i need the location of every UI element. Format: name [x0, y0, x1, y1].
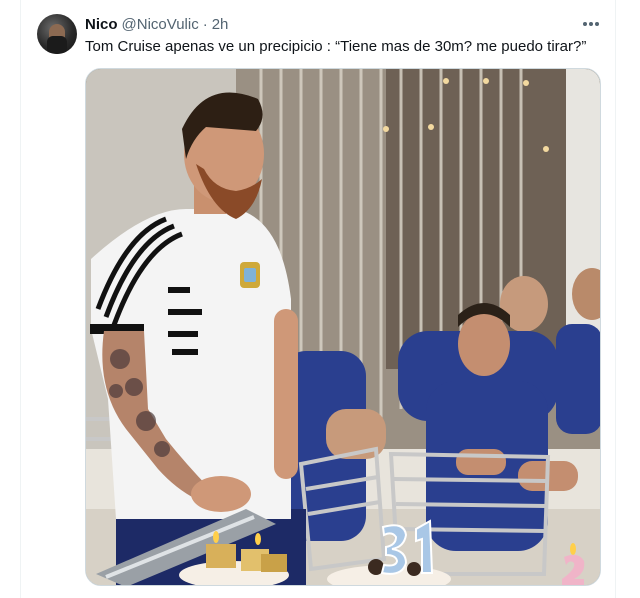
more-options-button[interactable] — [581, 14, 601, 34]
tweet-photo[interactable] — [85, 68, 601, 586]
author-handle[interactable]: @NicoVulic — [122, 16, 199, 33]
photo-scene — [86, 69, 600, 585]
author-name[interactable]: Nico — [85, 16, 118, 33]
author-avatar[interactable] — [37, 14, 77, 54]
tweet-timestamp[interactable]: 2h — [212, 16, 229, 33]
tweet-header: Nico @NicoVulic · 2h — [85, 15, 228, 33]
tweet-card[interactable]: Nico @NicoVulic · 2h Tom Cruise apenas v… — [20, 0, 616, 598]
tweet-text: Tom Cruise apenas ve un precipicio : “Ti… — [85, 38, 587, 55]
avatar-figure-body — [47, 36, 67, 54]
more-horizontal-icon — [583, 22, 599, 26]
separator-dot: · — [202, 15, 208, 33]
